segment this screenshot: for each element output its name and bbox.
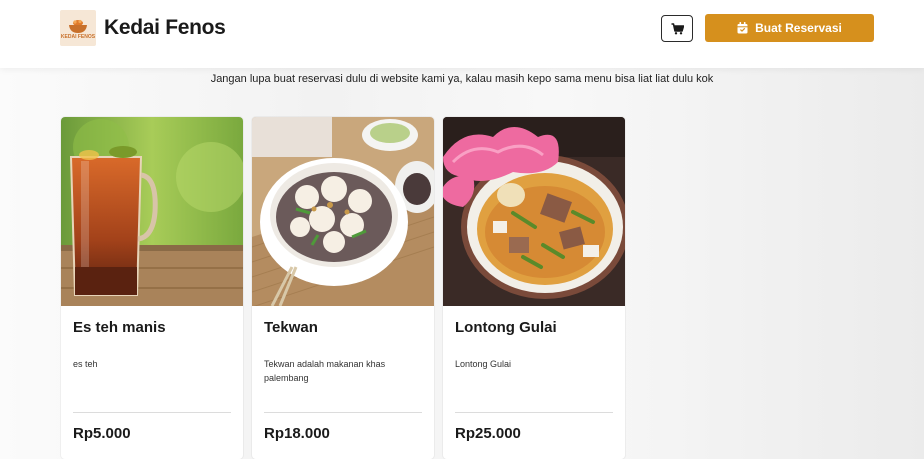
calendar-icon [737,22,748,34]
menu-card-divider [73,412,231,413]
menu-card[interactable]: Lontong Gulai Lontong Gulai Rp25.000 [443,117,625,459]
menu-card-description: Lontong Gulai [455,359,512,369]
menu-card-title: Es teh manis [73,319,166,336]
menu-card-price: Rp25.000 [455,425,521,442]
brand-logo[interactable]: KEDAI FENOS [60,10,96,46]
menu-card-image [443,117,625,306]
menu-card-divider [264,412,422,413]
menu-card-price: Rp18.000 [264,425,330,442]
logo-text: KEDAI FENOS [60,33,96,40]
menu-card-image [61,117,243,306]
menu-card[interactable]: Es teh manis es teh Rp5.000 [61,117,243,459]
menu-card-divider [455,412,613,413]
menu-card-image [252,117,434,306]
menu-card-description: Tekwan adalah makanan khas palembang [264,359,386,383]
reservation-notice: Jangan lupa buat reservasi dulu di websi… [210,73,714,85]
menu-card-price: Rp5.000 [73,425,131,442]
navbar: KEDAI FENOS Kedai Fenos Buat Reservasi [0,0,924,68]
menu-card-description: es teh [73,359,98,369]
brand-name[interactable]: Kedai Fenos [104,16,226,40]
menu-card[interactable]: Tekwan Tekwan adalah makanan khas palemb… [252,117,434,459]
menu-card-title: Lontong Gulai [455,319,557,336]
menu-card-title: Tekwan [264,319,318,336]
reserve-button-label: Buat Reservasi [755,21,842,35]
reserve-button[interactable]: Buat Reservasi [705,14,874,42]
bowl-logo-icon [69,19,87,33]
cart-icon [671,22,684,34]
cart-button[interactable] [661,15,693,42]
